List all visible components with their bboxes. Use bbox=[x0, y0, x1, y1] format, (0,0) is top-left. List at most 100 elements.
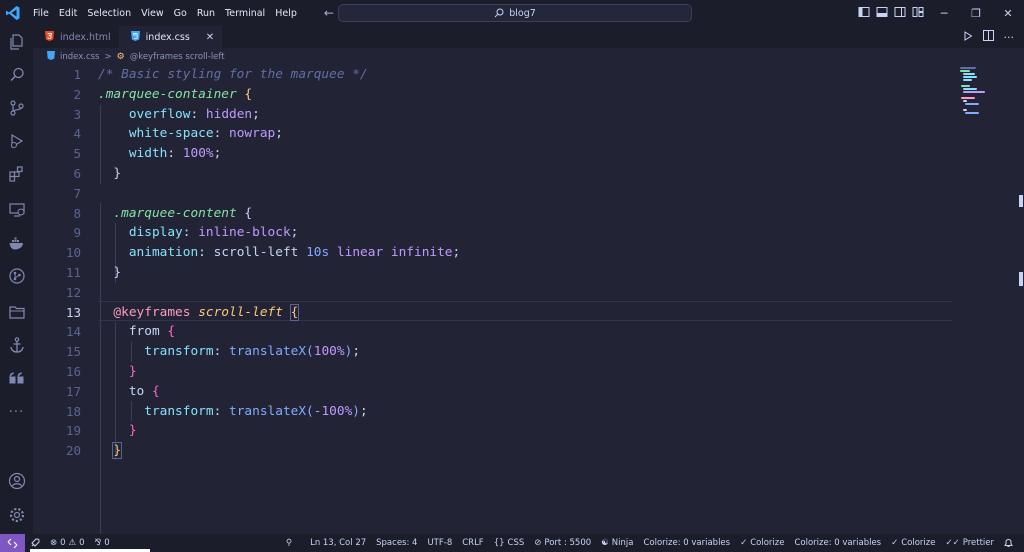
line-number: 20 bbox=[65, 443, 81, 459]
html-file-icon bbox=[45, 30, 54, 44]
code-line: } bbox=[113, 264, 122, 280]
language-label: CSS bbox=[507, 538, 525, 548]
extensions-icon[interactable] bbox=[0, 160, 33, 188]
quote-icon[interactable] bbox=[0, 364, 33, 392]
breadcrumb-separator: > bbox=[104, 51, 112, 62]
remote-explorer-icon[interactable] bbox=[0, 196, 33, 224]
editor-actions: ··· bbox=[963, 26, 1024, 48]
menu-edit[interactable]: Edit bbox=[54, 8, 82, 19]
back-arrow-icon[interactable]: ← bbox=[324, 6, 334, 20]
git-graph-icon[interactable] bbox=[0, 262, 33, 290]
menu-view[interactable]: View bbox=[136, 8, 169, 19]
more-views-icon[interactable]: ··· bbox=[0, 398, 33, 426]
location-pin-icon[interactable]: ⚲ bbox=[281, 538, 297, 548]
colorize-variables-2[interactable]: Colorize: 0 variables bbox=[789, 538, 886, 548]
error-count: 0 bbox=[60, 538, 66, 548]
line-number: 17 bbox=[65, 383, 81, 399]
split-editor-icon[interactable] bbox=[982, 30, 994, 44]
source-control-icon[interactable] bbox=[0, 94, 33, 122]
breadcrumb-file[interactable]: index.css bbox=[60, 52, 100, 62]
colorize-variables-1[interactable]: Colorize: 0 variables bbox=[638, 538, 735, 548]
minimap[interactable] bbox=[958, 65, 1014, 125]
line-number: 4 bbox=[73, 126, 81, 142]
tab-index-html[interactable]: index.html bbox=[33, 26, 119, 48]
anchor-icon[interactable] bbox=[0, 331, 33, 359]
line-number: 5 bbox=[73, 146, 81, 162]
ninja-icon: ☯ bbox=[601, 538, 609, 548]
line-number: 16 bbox=[65, 363, 81, 379]
code-line: } bbox=[128, 423, 137, 439]
run-debug-icon[interactable] bbox=[0, 127, 33, 155]
menu-selection[interactable]: Selection bbox=[82, 8, 136, 19]
colorize-toggle-1[interactable]: ✓ Colorize bbox=[735, 538, 789, 548]
tab-index-css[interactable]: index.css ✕ bbox=[118, 26, 223, 48]
customize-layout-icon[interactable] bbox=[912, 6, 924, 18]
line-number: 18 bbox=[65, 403, 81, 419]
code-editor[interactable]: 1 2 3 4 5 6 7 8 9 10 11 12 13 14 15 16 17 18 19 20 /* Basic… bbox=[33, 65, 1024, 541]
explorer-icon[interactable] bbox=[0, 28, 33, 56]
manage-gear-icon[interactable] bbox=[0, 501, 33, 529]
line-number: 13 bbox=[65, 304, 81, 320]
code-line: /* Basic styling for the marquee */ bbox=[98, 67, 368, 82]
end-of-line[interactable]: CRLF bbox=[457, 538, 488, 548]
broadcast-icon: ⅋ bbox=[94, 538, 102, 548]
close-tab-icon[interactable]: ✕ bbox=[206, 32, 214, 43]
port-label: Port : 5500 bbox=[544, 538, 592, 548]
prettier-label: Prettier bbox=[962, 538, 994, 548]
menu-terminal[interactable]: Terminal bbox=[220, 8, 270, 19]
notifications-bell-icon[interactable] bbox=[999, 538, 1018, 548]
line-number: 7 bbox=[73, 185, 81, 201]
breadcrumb-symbol[interactable]: @keyframes scroll-left bbox=[130, 52, 225, 62]
close-icon[interactable]: ✕ bbox=[992, 0, 1024, 26]
code-line: from { bbox=[128, 324, 176, 340]
check-icon: ✓ bbox=[740, 538, 748, 548]
project-manager-icon[interactable] bbox=[0, 298, 33, 326]
line-number: 9 bbox=[73, 225, 81, 241]
vertical-scrollbar[interactable] bbox=[1014, 65, 1024, 534]
toggle-secondary-sidebar-icon[interactable] bbox=[894, 6, 906, 18]
code-line: width: 100%; bbox=[128, 146, 222, 162]
menu-bar: File Edit Selection View Go Run Terminal… bbox=[28, 8, 302, 19]
line-number: 1 bbox=[73, 67, 81, 82]
encoding[interactable]: UTF-8 bbox=[422, 538, 457, 548]
docker-icon[interactable] bbox=[0, 229, 33, 257]
run-file-icon[interactable] bbox=[963, 30, 973, 44]
css-file-icon bbox=[47, 50, 55, 63]
search-sidebar-icon[interactable] bbox=[0, 61, 33, 89]
rocket-icon[interactable] bbox=[25, 538, 45, 548]
toggle-primary-sidebar-icon[interactable] bbox=[858, 6, 870, 18]
indentation[interactable]: Spaces: 4 bbox=[371, 538, 422, 548]
remote-window-icon[interactable] bbox=[0, 534, 25, 552]
status-bar-right: ⚲ Ln 13, Col 27 Spaces: 4 UTF-8 CRLF {} … bbox=[281, 534, 1018, 552]
code-line-current: @keyframes scroll-left { bbox=[113, 303, 300, 321]
problems-indicator[interactable]: ⊗ 0 ⚠ 0 bbox=[45, 538, 90, 548]
account-icon[interactable] bbox=[0, 467, 33, 495]
cursor-position[interactable]: Ln 13, Col 27 bbox=[305, 538, 371, 548]
colorize-label: Colorize bbox=[750, 538, 785, 548]
toggle-panel-icon[interactable] bbox=[876, 6, 888, 18]
warning-icon: ⚠ bbox=[68, 538, 77, 548]
live-server-port[interactable]: ⊘ Port : 5500 bbox=[529, 538, 596, 548]
breadcrumb: index.css > ⚙ @keyframes scroll-left bbox=[33, 48, 1024, 65]
menu-file[interactable]: File bbox=[28, 8, 54, 19]
error-icon: ⊗ bbox=[50, 538, 58, 548]
double-check-icon: ✓✓ bbox=[945, 538, 960, 548]
language-mode[interactable]: {} CSS bbox=[489, 538, 530, 548]
code-line: .marquee-container { bbox=[98, 86, 253, 102]
minimize-icon[interactable]: ─ bbox=[928, 0, 960, 26]
line-number: 19 bbox=[65, 423, 81, 439]
menu-run[interactable]: Run bbox=[192, 8, 220, 19]
ninja-status[interactable]: ☯ Ninja bbox=[596, 538, 638, 548]
command-center-search[interactable]: blog7 bbox=[338, 4, 692, 22]
ports-indicator[interactable]: ⅋ 0 bbox=[90, 538, 115, 548]
code-lines: /* Basic styling for the marquee */ .mar… bbox=[98, 65, 958, 461]
menu-help[interactable]: Help bbox=[270, 8, 302, 19]
prettier-status[interactable]: ✓✓ Prettier bbox=[940, 538, 999, 548]
code-line: overflow: hidden; bbox=[128, 106, 260, 122]
line-number: 15 bbox=[65, 344, 81, 360]
restore-icon[interactable]: ❐ bbox=[960, 0, 992, 26]
code-line: transform: translateX(-100%); bbox=[144, 403, 368, 419]
colorize-toggle-2[interactable]: ✓ Colorize bbox=[886, 538, 940, 548]
more-actions-icon[interactable]: ··· bbox=[1004, 31, 1015, 44]
menu-go[interactable]: Go bbox=[169, 8, 192, 19]
